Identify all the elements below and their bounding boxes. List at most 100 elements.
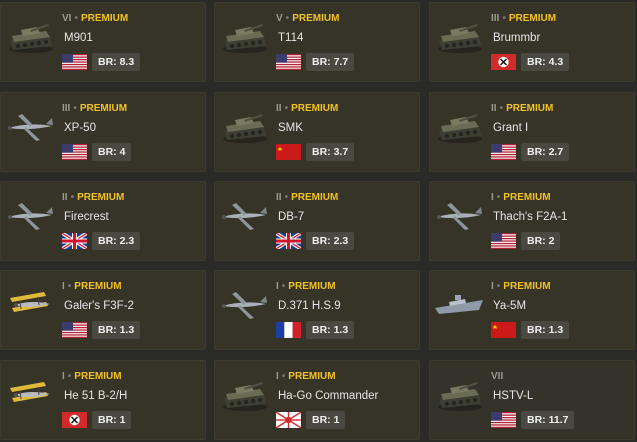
vehicle-name: DB-7: [278, 211, 305, 223]
vehicle-name: Ha-Go Commander: [278, 390, 379, 402]
plane-icon: [218, 284, 270, 324]
vehicle-card[interactable]: I • PREMIUM Thach's F2A-1 BR: 2: [429, 181, 635, 261]
plane-icon: [4, 106, 56, 146]
separator-dot: •: [285, 13, 290, 24]
tier-label: V: [276, 13, 283, 24]
premium-badge: PREMIUM: [288, 281, 336, 292]
tank-icon: [218, 374, 270, 414]
vehicle-card[interactable]: III • PREMIUM Brummbr BR: 4.3: [429, 2, 635, 82]
ussr-flag: [491, 322, 516, 338]
tank-icon: [218, 16, 270, 56]
separator-dot: •: [496, 192, 501, 203]
usa-flag: [491, 233, 516, 249]
premium-badge: PREMIUM: [77, 192, 125, 203]
vehicle-rank: II • PREMIUM: [491, 103, 553, 114]
ussr-flag: [276, 144, 301, 160]
vehicle-name: Thach's F2A-1: [493, 211, 568, 223]
vehicle-card[interactable]: I • PREMIUM He 51 B-2/H BR: 1: [0, 360, 206, 440]
vehicle-card[interactable]: I • PREMIUM Ha-Go Commander BR: 1: [214, 360, 420, 440]
separator-dot: •: [67, 371, 72, 382]
vehicle-name: D.371 H.S.9: [278, 300, 341, 312]
battle-rating-badge: BR: 3.7: [306, 143, 355, 161]
tank-icon: [433, 16, 485, 56]
battle-rating-badge: BR: 4: [92, 143, 132, 161]
plane-icon: [218, 195, 270, 235]
vehicle-name: T114: [278, 32, 304, 44]
germany-flag: [62, 412, 87, 428]
tier-label: II: [276, 192, 282, 203]
vehicle-name: XP-50: [64, 122, 96, 134]
vehicle-card[interactable]: V • PREMIUM T114 BR: 7.7: [214, 2, 420, 82]
battle-rating-badge: BR: 11.7: [521, 411, 575, 429]
vehicle-rank: I • PREMIUM: [62, 281, 122, 292]
premium-badge: PREMIUM: [291, 192, 339, 203]
uk-flag: [61, 231, 88, 251]
vehicle-card[interactable]: II • PREMIUM Grant I BR: 2.7: [429, 92, 635, 172]
premium-badge: PREMIUM: [508, 13, 557, 24]
separator-dot: •: [73, 103, 77, 114]
premium-badge: PREMIUM: [74, 281, 122, 292]
vehicle-rank: II • PREMIUM: [276, 192, 338, 203]
plane-icon: [4, 195, 56, 235]
tier-label: I: [62, 281, 65, 292]
vehicle-card[interactable]: I • PREMIUM Galer's F3F-2 BR: 1.3: [0, 270, 206, 350]
battle-rating-badge: BR: 2: [521, 232, 561, 250]
vehicle-rank: II • PREMIUM: [276, 103, 338, 114]
separator-dot: •: [502, 13, 506, 24]
vehicle-name: Grant I: [493, 122, 529, 134]
tank-icon: [433, 106, 485, 146]
germany-flag: [491, 54, 516, 70]
tier-label: I: [491, 192, 494, 203]
vehicle-name: M901: [64, 32, 93, 44]
premium-badge: PREMIUM: [74, 371, 122, 382]
battle-rating-badge: BR: 4.3: [521, 53, 570, 71]
vehicle-card[interactable]: II • PREMIUM DB-7 BR: 2.3: [214, 181, 420, 261]
premium-badge: PREMIUM: [503, 281, 551, 292]
separator-dot: •: [281, 371, 286, 382]
vehicle-rank: III • PREMIUM: [491, 13, 556, 24]
tier-label: II: [62, 192, 68, 203]
usa-flag: [491, 412, 516, 428]
battle-rating-badge: BR: 2.3: [92, 232, 141, 250]
vehicle-rank: V • PREMIUM: [276, 13, 339, 24]
biplane-icon: [4, 284, 56, 324]
vehicle-name: SMK: [278, 122, 303, 134]
separator-dot: •: [499, 103, 504, 114]
vehicle-name: Brummbr: [493, 32, 541, 44]
premium-badge: PREMIUM: [503, 192, 551, 203]
separator-dot: •: [67, 281, 72, 292]
battle-rating-badge: BR: 2.7: [521, 143, 570, 161]
premium-badge: PREMIUM: [291, 103, 339, 114]
tier-label: VI: [62, 13, 72, 24]
vehicle-card[interactable]: VII HSTV-L BR: 11.7: [429, 360, 635, 440]
separator-dot: •: [281, 281, 286, 292]
vehicle-rank: VI • PREMIUM: [62, 13, 128, 24]
tier-label: III: [62, 103, 71, 114]
vehicle-name: Ya-5M: [493, 300, 527, 312]
boat-icon: [433, 284, 485, 324]
vehicle-name: Galer's F3F-2: [64, 300, 134, 312]
vehicle-card[interactable]: II • PREMIUM SMK BR: 3.7: [214, 92, 420, 172]
vehicle-rank: I • PREMIUM: [276, 371, 336, 382]
premium-badge: PREMIUM: [80, 13, 129, 24]
battle-rating-badge: BR: 1.3: [306, 321, 355, 339]
usa-flag: [62, 322, 87, 338]
vehicle-card[interactable]: III • PREMIUM XP-50 BR: 4: [0, 92, 206, 172]
premium-badge: PREMIUM: [79, 103, 128, 114]
vehicle-card[interactable]: I • PREMIUM Ya-5M BR: 1.3: [429, 270, 635, 350]
battle-rating-badge: BR: 1: [306, 411, 346, 429]
vehicle-card[interactable]: I • PREMIUM D.371 H.S.9 BR: 1.3: [214, 270, 420, 350]
usa-flag: [62, 54, 87, 70]
vehicle-rank: I • PREMIUM: [276, 281, 336, 292]
premium-badge: PREMIUM: [292, 13, 340, 24]
tier-label: VII: [491, 371, 504, 382]
vehicle-card[interactable]: VI • PREMIUM M901 BR: 8.3: [0, 2, 206, 82]
battle-rating-badge: BR: 1.3: [92, 321, 141, 339]
tier-label: I: [276, 371, 279, 382]
vehicle-name: He 51 B-2/H: [64, 390, 128, 402]
vehicle-rank: III • PREMIUM: [62, 103, 127, 114]
uk-flag: [275, 231, 302, 251]
usa-flag: [276, 54, 301, 70]
tank-icon: [218, 106, 270, 146]
vehicle-card[interactable]: II • PREMIUM Firecrest BR: 2.3: [0, 181, 206, 261]
